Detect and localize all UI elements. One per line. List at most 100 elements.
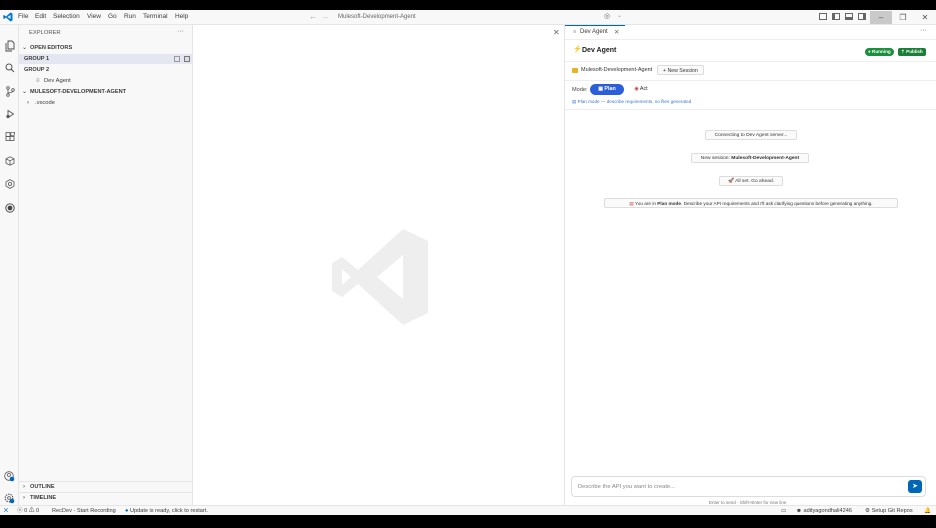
git-setup-status[interactable]: ⚙ Setup Git Repos [865,506,913,516]
menu-selection[interactable]: Selection [53,13,80,20]
chevron-down-icon[interactable]: ⌄ [617,12,622,19]
target-icon: ◉ [634,86,639,92]
dev-agent-label: Dev Agent [44,78,71,84]
vscode-folder-label: .vscode [35,100,55,106]
publish-button[interactable]: ⇡ Publish [898,48,926,56]
close-window-button[interactable]: ✕ [914,11,936,24]
act-label: Act [639,86,648,92]
run-debug-icon[interactable] [2,109,17,124]
restore-button[interactable]: ❐ [892,11,914,24]
close-tab-icon[interactable]: ✕ [614,28,619,36]
vscode-watermark-icon [330,227,430,327]
new-session-button[interactable]: + New Session [657,65,704,75]
clipboard-icon: ▦ [598,86,603,92]
send-button[interactable]: ➤ [908,480,922,493]
recdev-status[interactable]: RecDev - Start Recording [52,506,116,516]
toggle-panel-icon[interactable] [845,13,853,20]
package-cube-icon[interactable] [2,156,17,171]
open-editors-section[interactable]: ⌄ OPEN EDITORS [19,43,193,53]
account-icon[interactable] [2,471,17,486]
user-text: adityagondhali4246 [803,508,852,514]
timeline-label: TIMELINE [30,495,57,501]
copilot-icon[interactable]: ◎ [604,12,610,20]
file-icon: ≡ [36,78,40,84]
tab-dev-agent[interactable]: ≡ Dev Agent ✕ [565,25,625,39]
folder-vscode[interactable]: › .vscode [19,98,193,108]
layout-icon[interactable]: ▭ [781,506,786,516]
status-bar: ⨯ ⓧ 0 ⚠ 0 RecDev - Start Recording ● Upd… [0,505,936,515]
outline-label: OUTLINE [30,484,55,490]
save-all-icon[interactable] [174,56,180,62]
divider [565,109,936,110]
system-message-all-set: 🚀 All set. Go ahead. [719,176,783,186]
command-center[interactable]: Mulesoft-Development-Agent [334,12,599,23]
chevron-down-icon: ⌄ [22,45,28,51]
group-1-row[interactable]: GROUP 1 [19,54,193,64]
prompt-input[interactable]: Describe the API you want to create... [571,476,926,497]
menu-view[interactable]: View [87,13,101,20]
more-actions-icon[interactable]: ··· [177,28,184,35]
menu-run[interactable]: Run [124,13,136,20]
toggle-sidebar-icon[interactable] [819,13,827,20]
more-actions-icon[interactable]: ··· [920,27,927,34]
chevron-right-icon: › [23,484,25,490]
act-mode-button[interactable]: ◉ Act [629,84,653,95]
mulesoft-icon[interactable] [2,203,17,218]
plan-msg-bold: Plan mode [657,201,681,206]
menu-go[interactable]: Go [108,13,117,20]
menu-file[interactable]: File [18,13,28,20]
close-all-icon[interactable] [184,56,190,62]
close-editor-group-icon[interactable]: ✕ [553,28,560,37]
file-icon: ≡ [573,29,577,35]
minimize-button[interactable]: – [870,11,892,24]
git-text: Setup Git Repos [871,508,913,514]
toggle-secondary-sidebar-icon[interactable] [858,13,866,20]
prompt-placeholder: Describe the API you want to create... [578,484,675,490]
menu-help[interactable]: Help [175,13,188,20]
timeline-section[interactable]: › TIMELINE [19,493,193,503]
outline-section[interactable]: › OUTLINE [19,482,193,492]
system-message-connecting: Connecting to Dev Agent server... [705,130,797,140]
group-2-row[interactable]: GROUP 2 [19,65,193,75]
remote-icon[interactable]: ⨯ [3,506,9,516]
system-message-plan-mode: ▤ You are in Plan mode. Describe your AP… [604,198,898,208]
chevron-right-icon: › [27,100,29,106]
bell-icon[interactable]: 🔔 [924,506,931,516]
open-editor-dev-agent[interactable]: ≡ Dev Agent [19,76,193,86]
lightning-icon: ⚡ [573,46,582,53]
vscode-logo-icon [3,12,13,22]
back-arrow-icon[interactable]: ← [309,12,317,21]
forward-arrow-icon[interactable]: → [321,12,329,21]
clipboard-icon: ▤ [629,201,634,206]
running-badge: ● Running [865,48,894,56]
toggle-primary-sidebar-icon[interactable] [832,13,840,20]
problems-indicator[interactable]: ⓧ 0 ⚠ 0 [17,506,39,516]
plan-msg-rest: . Describe your API requirements and I'l… [680,201,873,206]
source-control-icon[interactable] [2,86,17,101]
folder-icon [572,68,578,73]
update-icon: ● [125,508,129,514]
divider [565,80,936,81]
search-icon[interactable] [2,63,17,78]
divider [565,61,936,62]
panel-title: Dev Agent [582,47,617,54]
send-icon: ➤ [912,483,918,490]
account-status[interactable]: ☻ adityagondhali4246 [796,506,852,516]
extensions-icon[interactable] [2,131,17,147]
plan-mode-button[interactable]: ▦ Plan [590,84,624,95]
warning-icon: ⚠ [28,508,35,514]
menu-edit[interactable]: Edit [35,13,46,20]
open-editors-label: OPEN EDITORS [30,45,73,51]
menu-terminal[interactable]: Terminal [143,13,168,20]
project-name: Mulesoft-Development-Agent [581,67,653,73]
tab-label: Dev Agent [580,29,608,35]
all-set-text: All set. Go ahead. [735,179,775,184]
update-status[interactable]: ● Update is ready, click to restart. [125,506,208,516]
project-section[interactable]: ⌄ MULESOFT-DEVELOPMENT-AGENT [19,87,193,97]
mode-hint: ▤ Plan mode — describe requirements, no … [572,99,692,104]
explorer-icon[interactable] [2,40,17,55]
group-1-label: GROUP 1 [24,56,50,62]
chevron-down-icon: ⌄ [22,89,28,95]
mode-label: Mode: [572,87,588,93]
hexagon-settings-icon[interactable] [2,179,17,194]
